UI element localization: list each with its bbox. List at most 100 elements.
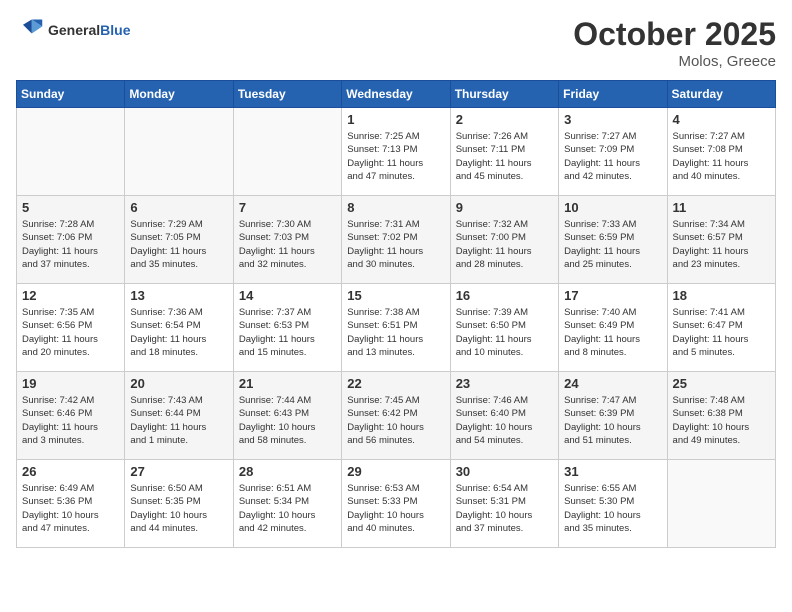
day-info: Sunrise: 7:48 AM Sunset: 6:38 PM Dayligh… — [673, 394, 770, 447]
calendar-cell: 16 Sunrise: 7:39 AM Sunset: 6:50 PM Dayli… — [450, 284, 558, 372]
day-number: 17 — [564, 288, 661, 303]
day-info: Sunrise: 7:38 AM Sunset: 6:51 PM Dayligh… — [347, 306, 444, 359]
calendar-cell: 5 Sunrise: 7:28 AM Sunset: 7:06 PM Daylig… — [17, 196, 125, 284]
weekday-header-friday: Friday — [559, 81, 667, 108]
day-info: Sunrise: 7:32 AM Sunset: 7:00 PM Dayligh… — [456, 218, 553, 271]
day-info: Sunrise: 7:35 AM Sunset: 6:56 PM Dayligh… — [22, 306, 119, 359]
day-info: Sunrise: 6:54 AM Sunset: 5:31 PM Dayligh… — [456, 482, 553, 535]
day-number: 5 — [22, 200, 119, 215]
week-row-4: 19 Sunrise: 7:42 AM Sunset: 6:46 PM Dayli… — [17, 372, 776, 460]
week-row-1: 1Sunrise: 7:25 AM Sunset: 7:13 PM Daylig… — [17, 108, 776, 196]
day-info: Sunrise: 7:28 AM Sunset: 7:06 PM Dayligh… — [22, 218, 119, 271]
day-number: 30 — [456, 464, 553, 479]
location-subtitle: Molos, Greece — [573, 53, 776, 70]
weekday-header-saturday: Saturday — [667, 81, 775, 108]
day-info: Sunrise: 7:40 AM Sunset: 6:49 PM Dayligh… — [564, 306, 661, 359]
calendar-cell: 8 Sunrise: 7:31 AM Sunset: 7:02 PM Daylig… — [342, 196, 450, 284]
week-row-3: 12 Sunrise: 7:35 AM Sunset: 6:56 PM Dayli… — [17, 284, 776, 372]
day-number: 24 — [564, 376, 661, 391]
calendar-cell: 1Sunrise: 7:25 AM Sunset: 7:13 PM Daylig… — [342, 108, 450, 196]
calendar-cell: 24 Sunrise: 7:47 AM Sunset: 6:39 PM Dayli… — [559, 372, 667, 460]
day-number: 12 — [22, 288, 119, 303]
page-header: GeneralBlue October 2025 Molos, Greece — [16, 16, 776, 70]
day-info: Sunrise: 7:34 AM Sunset: 6:57 PM Dayligh… — [673, 218, 770, 271]
calendar-cell: 25 Sunrise: 7:48 AM Sunset: 6:38 PM Dayli… — [667, 372, 775, 460]
day-number: 10 — [564, 200, 661, 215]
calendar-cell — [17, 108, 125, 196]
day-number: 29 — [347, 464, 444, 479]
day-info: Sunrise: 7:43 AM Sunset: 6:44 PM Dayligh… — [130, 394, 227, 447]
logo: GeneralBlue — [16, 16, 130, 44]
weekday-header-tuesday: Tuesday — [233, 81, 341, 108]
day-info: Sunrise: 7:39 AM Sunset: 6:50 PM Dayligh… — [456, 306, 553, 359]
day-info: Sunrise: 7:26 AM Sunset: 7:11 PM Dayligh… — [456, 130, 553, 183]
logo-text: GeneralBlue — [48, 22, 130, 38]
calendar-table: SundayMondayTuesdayWednesdayThursdayFrid… — [16, 80, 776, 548]
day-info: Sunrise: 6:53 AM Sunset: 5:33 PM Dayligh… — [347, 482, 444, 535]
day-number: 23 — [456, 376, 553, 391]
calendar-cell: 15 Sunrise: 7:38 AM Sunset: 6:51 PM Dayli… — [342, 284, 450, 372]
day-info: Sunrise: 7:27 AM Sunset: 7:08 PM Dayligh… — [673, 130, 770, 183]
day-info: Sunrise: 7:47 AM Sunset: 6:39 PM Dayligh… — [564, 394, 661, 447]
day-number: 1 — [347, 112, 444, 127]
calendar-cell: 13 Sunrise: 7:36 AM Sunset: 6:54 PM Dayli… — [125, 284, 233, 372]
day-number: 2 — [456, 112, 553, 127]
calendar-cell: 20 Sunrise: 7:43 AM Sunset: 6:44 PM Dayli… — [125, 372, 233, 460]
day-number: 6 — [130, 200, 227, 215]
calendar-cell: 29 Sunrise: 6:53 AM Sunset: 5:33 PM Dayli… — [342, 460, 450, 548]
weekday-header-thursday: Thursday — [450, 81, 558, 108]
day-info: Sunrise: 7:45 AM Sunset: 6:42 PM Dayligh… — [347, 394, 444, 447]
calendar-cell: 28Sunrise: 6:51 AM Sunset: 5:34 PM Dayli… — [233, 460, 341, 548]
calendar-cell: 18Sunrise: 7:41 AM Sunset: 6:47 PM Dayli… — [667, 284, 775, 372]
day-number: 9 — [456, 200, 553, 215]
calendar-cell: 31Sunrise: 6:55 AM Sunset: 5:30 PM Dayli… — [559, 460, 667, 548]
day-info: Sunrise: 6:50 AM Sunset: 5:35 PM Dayligh… — [130, 482, 227, 535]
calendar-cell: 2 Sunrise: 7:26 AM Sunset: 7:11 PM Daylig… — [450, 108, 558, 196]
day-number: 4 — [673, 112, 770, 127]
day-number: 8 — [347, 200, 444, 215]
calendar-cell: 21Sunrise: 7:44 AM Sunset: 6:43 PM Dayli… — [233, 372, 341, 460]
calendar-cell — [125, 108, 233, 196]
week-row-5: 26Sunrise: 6:49 AM Sunset: 5:36 PM Dayli… — [17, 460, 776, 548]
calendar-cell: 27Sunrise: 6:50 AM Sunset: 5:35 PM Dayli… — [125, 460, 233, 548]
day-info: Sunrise: 7:33 AM Sunset: 6:59 PM Dayligh… — [564, 218, 661, 271]
day-info: Sunrise: 7:41 AM Sunset: 6:47 PM Dayligh… — [673, 306, 770, 359]
weekday-header-sunday: Sunday — [17, 81, 125, 108]
day-number: 11 — [673, 200, 770, 215]
day-number: 16 — [456, 288, 553, 303]
logo-icon — [16, 16, 44, 44]
calendar-cell: 17 Sunrise: 7:40 AM Sunset: 6:49 PM Dayli… — [559, 284, 667, 372]
month-title: October 2025 — [573, 16, 776, 53]
day-number: 25 — [673, 376, 770, 391]
day-number: 28 — [239, 464, 336, 479]
day-number: 14 — [239, 288, 336, 303]
day-number: 15 — [347, 288, 444, 303]
title-block: October 2025 Molos, Greece — [573, 16, 776, 70]
day-info: Sunrise: 6:49 AM Sunset: 5:36 PM Dayligh… — [22, 482, 119, 535]
day-number: 21 — [239, 376, 336, 391]
calendar-cell — [233, 108, 341, 196]
day-number: 19 — [22, 376, 119, 391]
calendar-cell: 14Sunrise: 7:37 AM Sunset: 6:53 PM Dayli… — [233, 284, 341, 372]
day-info: Sunrise: 7:46 AM Sunset: 6:40 PM Dayligh… — [456, 394, 553, 447]
day-number: 31 — [564, 464, 661, 479]
weekday-header-wednesday: Wednesday — [342, 81, 450, 108]
calendar-cell: 10 Sunrise: 7:33 AM Sunset: 6:59 PM Dayli… — [559, 196, 667, 284]
calendar-cell — [667, 460, 775, 548]
day-number: 13 — [130, 288, 227, 303]
day-number: 3 — [564, 112, 661, 127]
day-info: Sunrise: 7:36 AM Sunset: 6:54 PM Dayligh… — [130, 306, 227, 359]
day-info: Sunrise: 7:42 AM Sunset: 6:46 PM Dayligh… — [22, 394, 119, 447]
calendar-cell: 30 Sunrise: 6:54 AM Sunset: 5:31 PM Dayli… — [450, 460, 558, 548]
day-number: 22 — [347, 376, 444, 391]
calendar-cell: 4 Sunrise: 7:27 AM Sunset: 7:08 PM Daylig… — [667, 108, 775, 196]
calendar-cell: 7 Sunrise: 7:30 AM Sunset: 7:03 PM Daylig… — [233, 196, 341, 284]
calendar-cell: 12 Sunrise: 7:35 AM Sunset: 6:56 PM Dayli… — [17, 284, 125, 372]
calendar-cell: 11 Sunrise: 7:34 AM Sunset: 6:57 PM Dayli… — [667, 196, 775, 284]
day-info: Sunrise: 7:30 AM Sunset: 7:03 PM Dayligh… — [239, 218, 336, 271]
day-number: 7 — [239, 200, 336, 215]
day-info: Sunrise: 7:31 AM Sunset: 7:02 PM Dayligh… — [347, 218, 444, 271]
day-number: 20 — [130, 376, 227, 391]
day-info: Sunrise: 7:29 AM Sunset: 7:05 PM Dayligh… — [130, 218, 227, 271]
weekday-header-monday: Monday — [125, 81, 233, 108]
